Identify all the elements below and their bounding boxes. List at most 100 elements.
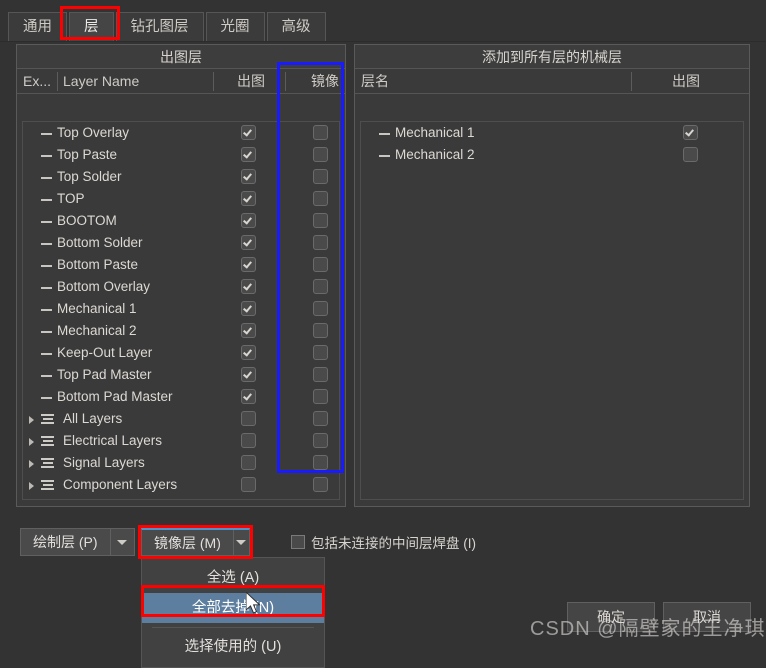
table-row[interactable]: Mechanical 2 <box>361 144 743 166</box>
chevron-down-icon <box>236 540 247 545</box>
ok-button[interactable]: 确定 <box>567 602 655 632</box>
mirror-checkbox[interactable] <box>313 235 328 250</box>
column-header-layer-name-cn[interactable]: 层名 <box>361 69 389 94</box>
table-row[interactable]: Bottom Overlay <box>23 276 339 298</box>
tab-aperture[interactable]: 光圈 <box>205 12 265 41</box>
plot-checkbox[interactable] <box>241 169 256 184</box>
column-divider-1[interactable] <box>57 72 58 91</box>
plot-layers-dropdown-toggle[interactable] <box>109 529 133 555</box>
table-row[interactable]: Mechanical 1 <box>361 122 743 144</box>
mirror-checkbox[interactable] <box>313 191 328 206</box>
mirror-checkbox[interactable] <box>313 389 328 404</box>
tab-layers-label: 层 <box>84 19 99 35</box>
plot-layers-column-header: Ex... Layer Name 出图 镜像 <box>17 69 345 94</box>
plot-checkbox[interactable] <box>241 345 256 360</box>
include-unconnected-pads-box[interactable] <box>291 535 305 549</box>
mirror-layers-button-label[interactable]: 镜像层 (M) <box>142 530 233 555</box>
layer-name-label: Component Layers <box>63 477 178 492</box>
column-header-plot[interactable]: 出图 <box>223 69 279 94</box>
table-row[interactable]: Electrical Layers <box>23 430 339 452</box>
column-header-extend[interactable]: Ex... <box>23 69 51 94</box>
chevron-right-icon[interactable] <box>29 482 34 490</box>
table-row[interactable]: Bottom Solder <box>23 232 339 254</box>
plot-layers-panel-title: 出图层 <box>17 45 345 69</box>
table-row[interactable]: BOOTOM <box>23 210 339 232</box>
chevron-right-icon[interactable] <box>29 416 34 424</box>
table-row[interactable]: Signal Layers <box>23 452 339 474</box>
layer-name-label: Bottom Overlay <box>57 279 151 294</box>
mirror-checkbox[interactable] <box>313 301 328 316</box>
plot-checkbox[interactable] <box>241 389 256 404</box>
plot-checkbox[interactable] <box>241 411 256 426</box>
plot-layers-split-button[interactable]: 绘制层 (P) <box>20 528 135 556</box>
mirror-checkbox[interactable] <box>313 455 328 470</box>
plot-checkbox[interactable] <box>241 257 256 272</box>
plot-checkbox[interactable] <box>241 323 256 338</box>
table-row[interactable]: Top Paste <box>23 144 339 166</box>
table-row[interactable]: Mechanical 1 <box>23 298 339 320</box>
cancel-button[interactable]: 取消 <box>663 602 751 632</box>
column-divider-3[interactable] <box>285 72 286 91</box>
column-divider-2[interactable] <box>213 72 214 91</box>
include-unconnected-pads-checkbox[interactable]: 包括未连接的中间层焊盘 (I) <box>291 532 476 552</box>
mirror-checkbox[interactable] <box>313 345 328 360</box>
mirror-layers-split-button[interactable]: 镜像层 (M) <box>141 528 250 556</box>
layer-dash-icon <box>41 309 52 311</box>
mirror-checkbox[interactable] <box>313 477 328 492</box>
menu-item-deselect-all[interactable]: 全部去掉 (N) <box>142 593 324 623</box>
tab-advanced[interactable]: 高级 <box>266 12 326 41</box>
plot-checkbox[interactable] <box>241 367 256 382</box>
plot-checkbox[interactable] <box>241 213 256 228</box>
plot-layers-button-label[interactable]: 绘制层 (P) <box>21 529 110 555</box>
plot-checkbox[interactable] <box>241 191 256 206</box>
plot-checkbox[interactable] <box>241 235 256 250</box>
plot-checkbox[interactable] <box>241 301 256 316</box>
mirror-layers-dropdown-menu[interactable]: 全选 (A) 全部去掉 (N) 选择使用的 (U) <box>141 557 325 668</box>
tab-drill-layers[interactable]: 钻孔图层 <box>115 12 204 41</box>
table-row[interactable]: Top Overlay <box>23 122 339 144</box>
chevron-right-icon[interactable] <box>29 460 34 468</box>
mirror-checkbox[interactable] <box>313 433 328 448</box>
mirror-checkbox[interactable] <box>313 257 328 272</box>
layer-name-label: Signal Layers <box>63 455 145 470</box>
table-row[interactable]: Top Pad Master <box>23 364 339 386</box>
table-row[interactable]: All Layers <box>23 408 339 430</box>
plot-checkbox[interactable] <box>241 147 256 162</box>
table-row[interactable]: Bottom Paste <box>23 254 339 276</box>
column-header-mirror[interactable]: 镜像 <box>295 69 355 94</box>
mirror-layers-dropdown-toggle[interactable] <box>232 530 249 555</box>
plot-checkbox[interactable] <box>241 125 256 140</box>
plot-checkbox[interactable] <box>241 477 256 492</box>
plot-checkbox[interactable] <box>241 433 256 448</box>
mirror-checkbox[interactable] <box>313 411 328 426</box>
table-row[interactable]: Keep-Out Layer <box>23 342 339 364</box>
plot-checkbox[interactable] <box>241 455 256 470</box>
table-row[interactable]: Component Layers <box>23 474 339 496</box>
mirror-checkbox[interactable] <box>313 213 328 228</box>
column-header-plot-cn[interactable]: 出图 <box>641 69 731 94</box>
column-divider-r1[interactable] <box>631 72 632 91</box>
tab-general[interactable]: 通用 <box>8 12 67 41</box>
mirror-checkbox[interactable] <box>313 169 328 184</box>
menu-item-select-all[interactable]: 全选 (A) <box>142 563 324 593</box>
mirror-checkbox[interactable] <box>313 125 328 140</box>
mirror-checkbox[interactable] <box>313 279 328 294</box>
mirror-checkbox[interactable] <box>313 323 328 338</box>
table-row[interactable]: TOP <box>23 188 339 210</box>
tab-aperture-label: 光圈 <box>220 19 250 35</box>
plot-layers-list[interactable]: Top Overlay Top Paste Top Solder TOP BOOTOM B… <box>22 121 340 500</box>
table-row[interactable]: Mechanical 2 <box>23 320 339 342</box>
chevron-right-icon[interactable] <box>29 438 34 446</box>
column-header-layer-name[interactable]: Layer Name <box>63 69 139 94</box>
plot-checkbox[interactable] <box>683 147 698 162</box>
table-row[interactable]: Bottom Pad Master <box>23 386 339 408</box>
plot-checkbox[interactable] <box>241 279 256 294</box>
plot-checkbox[interactable] <box>683 125 698 140</box>
table-row[interactable]: Top Solder <box>23 166 339 188</box>
tab-layers[interactable]: 层 <box>69 12 114 41</box>
layer-dash-icon <box>41 331 52 333</box>
mirror-checkbox[interactable] <box>313 147 328 162</box>
mirror-checkbox[interactable] <box>313 367 328 382</box>
mechanical-layers-column-header: 层名 出图 <box>355 69 749 94</box>
mechanical-layers-list[interactable]: Mechanical 1 Mechanical 2 <box>360 121 744 500</box>
